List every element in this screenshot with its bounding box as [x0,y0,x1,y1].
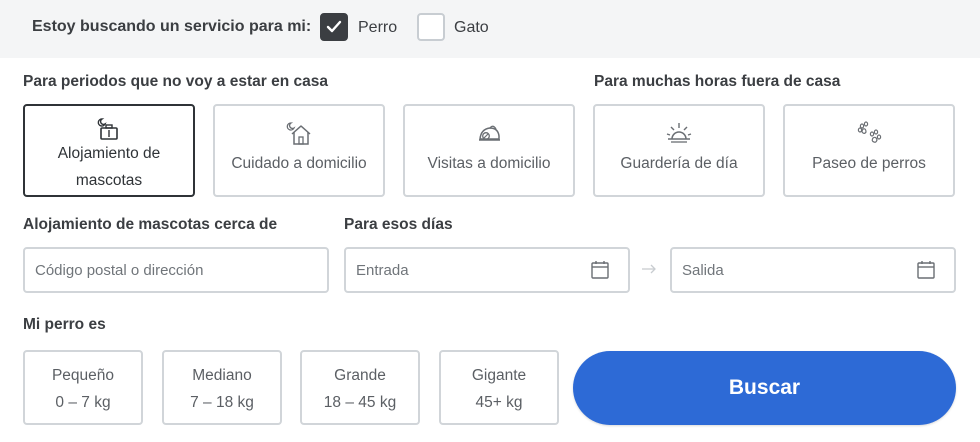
size-option-medium[interactable]: Mediano 7 – 18 kg [162,350,282,425]
hours-services-title: Para muchas horas fuera de casa [594,73,841,90]
service-label: Paseo de perros [812,155,926,172]
pet-type-prompt: Estoy buscando un servicio para mi: [32,18,312,35]
pet-type-bar: Estoy buscando un servicio para mi: Perr… [0,0,980,58]
size-range: 7 – 18 kg [190,394,254,411]
service-label: Guardería de día [620,155,738,172]
boarding-icon [96,116,122,142]
start-date-placeholder: Entrada [356,262,409,279]
size-range: 45+ kg [475,394,523,411]
paw-icon [856,120,882,146]
end-date-input[interactable]: Salida [670,247,956,293]
service-house-sitting[interactable]: Cuidado a domicilio [213,104,385,197]
service-label-line1: Alojamiento de [57,145,161,162]
service-boarding[interactable]: Alojamiento de mascotas [23,104,195,197]
search-button[interactable]: Buscar [573,351,956,425]
calendar-icon[interactable] [590,260,610,285]
perro-label[interactable]: Perro [358,19,397,37]
service-label: Visitas a domicilio [427,155,551,172]
gato-checkbox[interactable] [417,13,445,41]
checkmark-icon [326,20,342,33]
location-label: Alojamiento de mascotas cerca de [23,216,278,233]
end-date-placeholder: Salida [682,262,724,279]
size-name: Grande [334,367,386,384]
service-label: Cuidado a domicilio [231,155,367,172]
size-name: Pequeño [51,367,115,384]
service-drop-in[interactable]: Visitas a domicilio [403,104,575,197]
size-option-large[interactable]: Grande 18 – 45 kg [300,350,420,425]
size-range: 18 – 45 kg [323,394,397,411]
dog-size-label: Mi perro es [23,316,106,333]
arrow-right-icon [641,262,657,280]
sunrise-icon [666,120,692,146]
size-range: 0 – 7 kg [55,394,111,411]
size-option-small[interactable]: Pequeño 0 – 7 kg [23,350,143,425]
size-name: Gigante [471,367,527,384]
away-services-title: Para periodos que no voy a estar en casa [23,73,328,90]
service-label-line2: mascotas [75,172,143,189]
drop-in-icon [476,120,502,146]
calendar-icon[interactable] [916,260,936,285]
start-date-input[interactable]: Entrada [344,247,630,293]
service-dog-walking[interactable]: Paseo de perros [783,104,955,197]
location-placeholder: Código postal o dirección [35,262,204,279]
size-option-giant[interactable]: Gigante 45+ kg [439,350,559,425]
service-day-care[interactable]: Guardería de día [593,104,765,197]
size-name: Mediano [192,367,252,384]
house-sitting-icon [286,120,312,146]
dates-label: Para esos días [344,216,453,233]
perro-checkbox[interactable] [320,13,348,41]
location-input[interactable]: Código postal o dirección [23,247,329,293]
gato-label[interactable]: Gato [454,19,489,37]
